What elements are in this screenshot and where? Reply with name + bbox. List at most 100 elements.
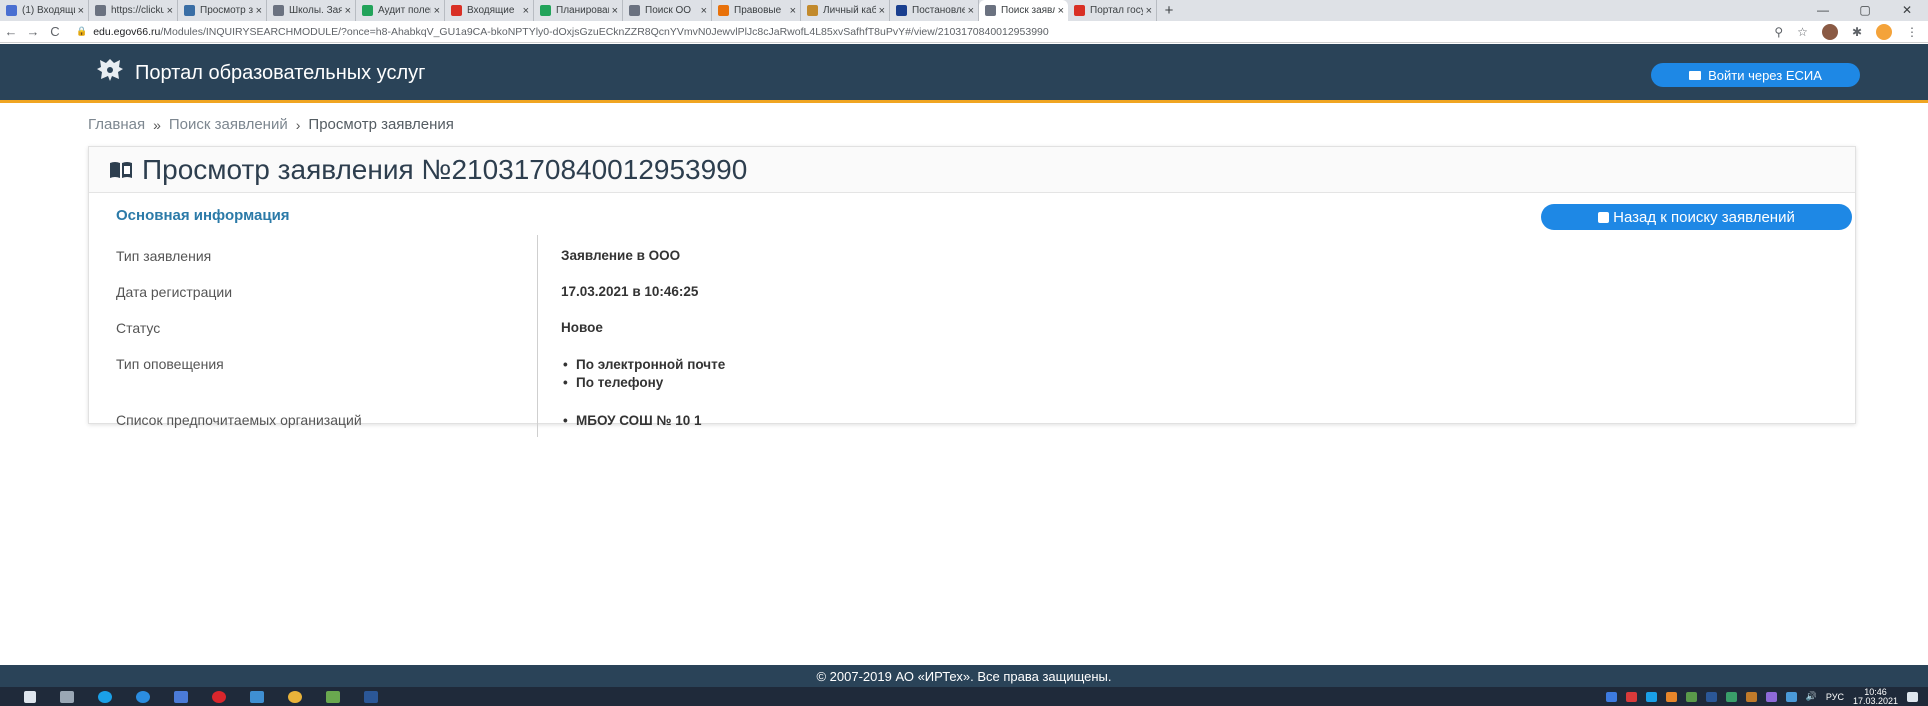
browser-tab[interactable]: Поиск заявлений× [979,0,1068,21]
site-header: Портал образовательных услуг Войти через… [0,44,1928,103]
esia-login-button[interactable]: Войти через ЕСИА [1651,63,1860,87]
browser-tab[interactable]: (1) Входящие× [0,0,89,21]
windows-start-icon[interactable] [24,690,36,703]
tray-icon[interactable] [1665,691,1677,702]
tray-icon[interactable] [1705,691,1717,702]
breadcrumb-home[interactable]: Главная [88,116,145,133]
taskbar-app-icon[interactable] [174,690,188,703]
reload-icon[interactable]: C [44,24,66,39]
tab-close-icon[interactable]: × [612,5,618,17]
tab-close-icon[interactable]: × [256,5,262,17]
tab-title: Планирование [556,5,609,16]
browser-tab[interactable]: Постановление× [890,0,979,21]
extensions-puzzle-icon[interactable]: ✱ [1852,25,1862,39]
tray-icon[interactable] [1765,691,1777,702]
bookmark-star-icon[interactable]: ☆ [1797,25,1808,39]
browser-tab[interactable]: https://clickup× [89,0,178,21]
back-icon [1598,211,1610,223]
url-field[interactable]: 🔒 edu.egov66.ru /Modules/INQUIRYSEARCHMO… [76,26,1576,38]
tray-icon[interactable] [1685,691,1697,702]
back-arrow-icon[interactable]: ← [0,24,22,39]
clock[interactable]: 10:46 17.03.2021 [1853,687,1898,706]
info-row-notification-type: Тип оповещения По электронной почте По т… [116,343,1016,399]
browser-tab[interactable]: Планирование× [534,0,623,21]
taskbar-app-icon[interactable] [326,690,340,703]
maximize-button[interactable]: ▢ [1844,0,1886,21]
tray-icon[interactable] [1745,691,1757,702]
login-icon [1689,70,1702,80]
tab-close-icon[interactable]: × [78,5,84,17]
profile-avatar-icon[interactable] [1876,24,1892,40]
new-tab-button[interactable]: + [1157,2,1181,19]
info-value: Заявление в ООО [561,248,681,263]
word-icon[interactable] [364,690,378,703]
tab-close-icon[interactable]: × [1058,5,1064,17]
tray-icon[interactable] [1725,691,1737,702]
tab-title: Правовые [734,5,782,16]
skype-icon[interactable] [98,690,112,703]
tray-icon[interactable] [1605,691,1617,702]
browser-tab-strip: (1) Входящие×https://clickup×Просмотр за… [0,0,1928,21]
tray-icon[interactable] [1645,691,1657,702]
browser-tab[interactable]: Правовые × [712,0,801,21]
browser-tab[interactable]: Аудит полей × [356,0,445,21]
volume-icon[interactable]: 🔊 [1806,691,1817,702]
card-header: Просмотр заявления №2103170840012953990 [89,147,1855,193]
language-indicator[interactable]: РУС [1826,692,1844,702]
minimize-button[interactable]: — [1802,0,1844,21]
tab-close-icon[interactable]: × [968,5,974,17]
browser-tab[interactable]: Поиск ОО × [623,0,712,21]
site-name[interactable]: Портал образовательных услуг [135,62,425,85]
list-item: По электронной почте [561,356,725,374]
tab-title: (1) Входящие [22,5,75,16]
info-row-registration-date: Дата регистрации 17.03.2021 в 10:46:25 [116,271,1016,307]
close-window-button[interactable]: ✕ [1886,0,1928,21]
breadcrumb-separator: › [295,116,301,133]
list-item: МБОУ СОШ № 10 1 [561,412,702,430]
tab-favicon-icon [540,5,551,16]
tab-close-icon[interactable]: × [879,5,885,17]
tab-close-icon[interactable]: × [701,5,707,17]
system-tray: 🔊 РУС 10:46 17.03.2021 [1605,687,1918,706]
tab-favicon-icon [95,5,106,16]
browser-tab[interactable]: Портал госуслуг× [1068,0,1157,21]
tab-title: https://clickup [111,5,164,16]
internet-explorer-icon[interactable] [136,690,150,703]
tab-close-icon[interactable]: × [523,5,529,17]
tab-favicon-icon [451,5,462,16]
tab-close-icon[interactable]: × [167,5,173,17]
tab-title: Личный кабинет [823,5,876,16]
tab-title: Постановление [912,5,965,16]
info-label: Тип заявления [116,235,538,271]
browser-tab[interactable]: Личный кабинет× [801,0,890,21]
chrome-icon[interactable] [288,690,302,703]
tab-close-icon[interactable]: × [1146,5,1152,17]
tab-favicon-icon [985,5,996,16]
browser-tab[interactable]: Просмотр заявления× [178,0,267,21]
browser-menu-icon[interactable]: ⋮ [1906,25,1918,39]
task-view-icon[interactable] [60,690,74,703]
tab-favicon-icon [362,5,373,16]
browser-tab[interactable]: Школы. Заявления× [267,0,356,21]
info-label: Статус [116,307,538,343]
copyright-text: © 2007-2019 АО «ИРТех». Все права защище… [816,668,1112,684]
opera-icon[interactable] [212,690,226,703]
tab-close-icon[interactable]: × [434,5,440,17]
info-label: Дата регистрации [116,271,538,307]
browser-tab[interactable]: Входящие × [445,0,534,21]
back-to-search-button[interactable]: Назад к поиску заявлений [1541,204,1852,230]
taskbar-app-icon[interactable] [250,690,264,703]
tab-favicon-icon [718,5,729,16]
info-row-preferred-organizations: Список предпочитаемых организаций МБОУ С… [116,399,1016,437]
tab-favicon-icon [1074,5,1085,16]
tab-close-icon[interactable]: × [345,5,351,17]
zoom-icon[interactable]: ⚲ [1774,25,1783,39]
breadcrumb-search[interactable]: Поиск заявлений [169,116,288,133]
notifications-icon[interactable] [1907,691,1918,702]
extension-icon[interactable] [1821,24,1838,40]
tab-favicon-icon [629,5,640,16]
tray-icon[interactable] [1625,691,1637,702]
tab-close-icon[interactable]: × [790,5,796,17]
forward-arrow-icon[interactable]: → [22,24,44,39]
tray-icon[interactable] [1785,691,1797,702]
